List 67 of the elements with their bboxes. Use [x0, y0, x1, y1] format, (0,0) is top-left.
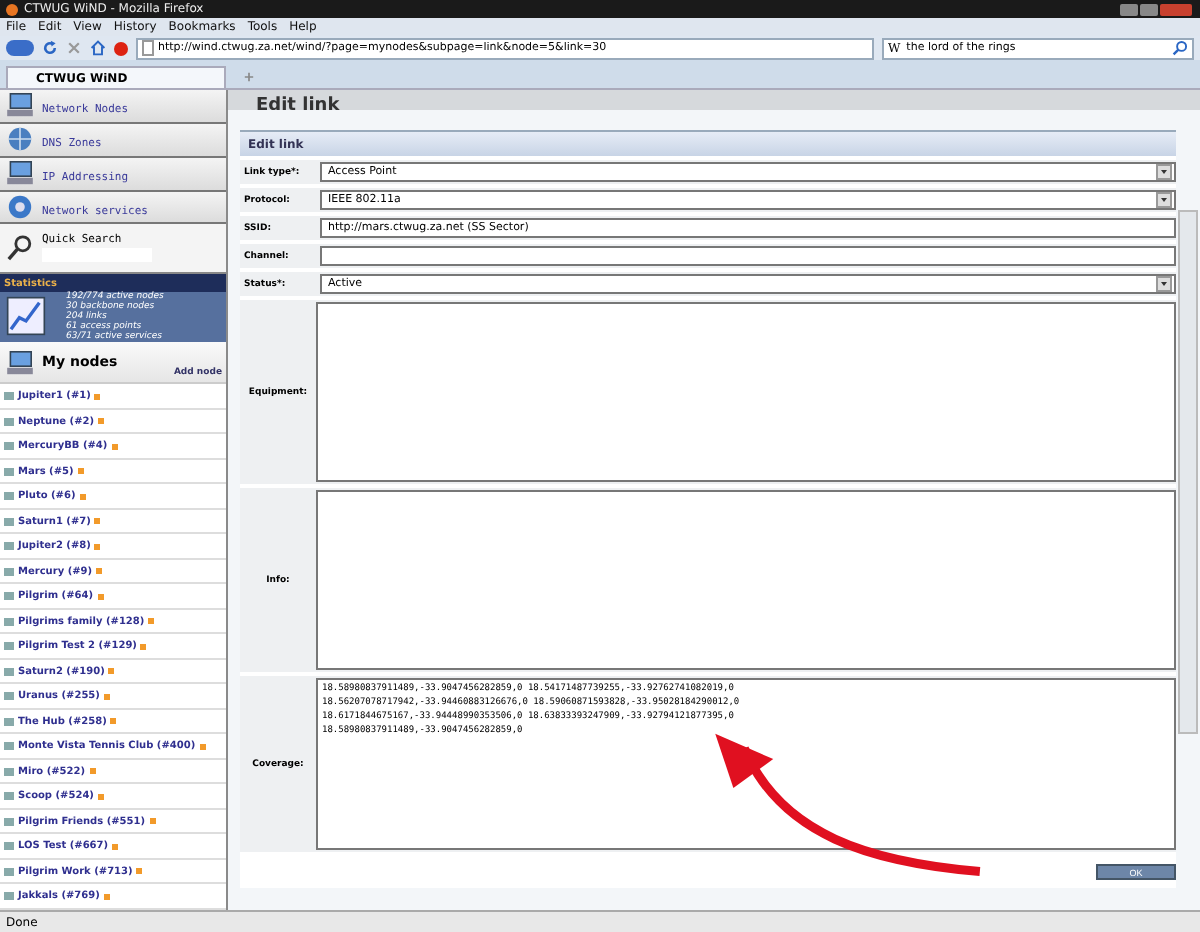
home-icon[interactable]: [90, 40, 106, 56]
status-square-icon: [103, 893, 110, 900]
node-icon: [4, 867, 14, 876]
node-icon: [4, 767, 14, 776]
computer-icon: [4, 160, 36, 187]
status-square-icon: [108, 668, 115, 675]
dropdown-arrow-icon: [1156, 164, 1172, 180]
back-button[interactable]: [6, 40, 34, 56]
text-area[interactable]: [316, 302, 1176, 482]
node-icon: [4, 617, 14, 626]
node-icon: [4, 517, 14, 526]
status-square-icon: [89, 768, 96, 775]
status-square-icon: [148, 618, 155, 625]
status-square-icon: [98, 418, 105, 425]
status-square-icon: [79, 493, 86, 500]
node-icon: [4, 667, 14, 676]
computer-icon: [4, 92, 36, 119]
status-square-icon: [94, 543, 101, 550]
node-icon: [4, 392, 14, 401]
status-square-icon: [103, 693, 110, 700]
minimize-button[interactable]: [1120, 3, 1138, 15]
node-icon: [4, 842, 14, 851]
reload-icon[interactable]: [42, 40, 58, 56]
status-square-icon: [149, 818, 156, 825]
node-icon: [4, 442, 14, 451]
node-icon: [4, 892, 14, 901]
status-square-icon: [112, 843, 119, 850]
status-square-icon: [199, 743, 206, 750]
node-icon: [4, 567, 14, 576]
text-field[interactable]: [320, 246, 1176, 266]
status-square-icon: [136, 868, 143, 875]
status-square-icon: [94, 518, 101, 525]
magnifier-icon: [6, 234, 34, 263]
node-icon: [4, 817, 14, 826]
globe-icon: [4, 126, 36, 153]
status-square-icon: [97, 593, 104, 600]
status-square-icon: [97, 793, 104, 800]
status-square-icon: [94, 393, 101, 400]
node-icon: [4, 467, 14, 476]
node-icon: [4, 642, 14, 651]
dropdown-arrow-icon: [1156, 276, 1172, 292]
dropdown-arrow-icon: [1156, 192, 1172, 208]
node-icon: [4, 717, 14, 726]
node-icon: [4, 692, 14, 701]
node-icon: [4, 592, 14, 601]
status-square-icon: [96, 568, 103, 575]
node-icon: [4, 417, 14, 426]
node-icon: [4, 542, 14, 551]
status-square-icon: [77, 468, 84, 475]
browser-logo-icon: [6, 3, 18, 15]
close-button[interactable]: [1160, 3, 1192, 15]
chart-icon: [6, 296, 46, 337]
status-square-icon: [111, 443, 118, 450]
node-icon: [4, 742, 14, 751]
node-icon: [4, 792, 14, 801]
status-square-icon: [110, 718, 117, 725]
text-area[interactable]: [316, 490, 1176, 670]
page-title: Edit link: [256, 98, 340, 110]
maximize-button[interactable]: [1140, 3, 1158, 15]
search-icon[interactable]: [1172, 40, 1188, 56]
gear-icon: [4, 193, 36, 220]
node-icon: [4, 492, 14, 501]
status-square-icon: [140, 643, 147, 650]
computer-icon: [4, 349, 36, 376]
stop-icon[interactable]: [66, 40, 82, 56]
page-icon: [142, 40, 154, 56]
scrollbar[interactable]: [1178, 210, 1198, 734]
